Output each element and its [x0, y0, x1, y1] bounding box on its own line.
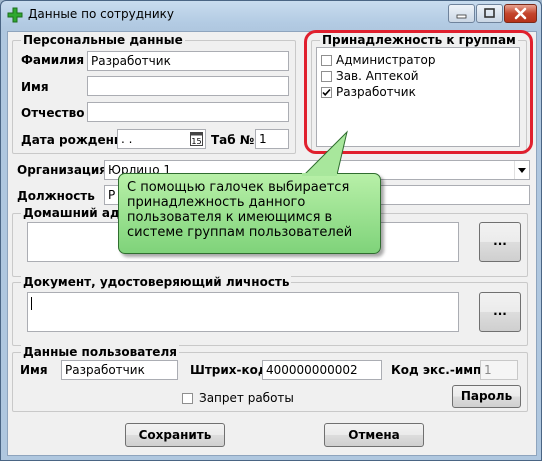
callout-pointer-seam: [302, 173, 337, 176]
employee-window: Данные по сотруднику Персональные данные…: [0, 0, 542, 461]
